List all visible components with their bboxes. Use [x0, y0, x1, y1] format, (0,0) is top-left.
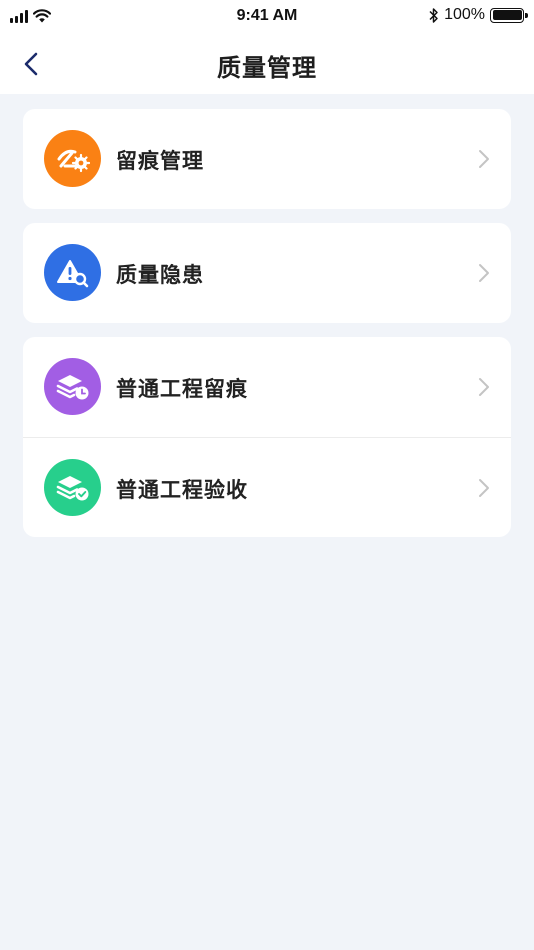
status-right: 100% — [429, 6, 528, 24]
menu-item-label: 留痕管理 — [116, 149, 204, 173]
chevron-right-icon — [479, 150, 489, 168]
warning-search-icon — [44, 244, 101, 301]
menu-item-label: 普通工程验收 — [116, 478, 248, 502]
layers-check-icon — [44, 459, 101, 516]
page-title: 质量管理 — [217, 54, 317, 82]
trace-settings-icon — [44, 130, 101, 187]
chevron-right-icon — [479, 264, 489, 282]
menu-item-general-project-acceptance[interactable]: 普通工程验收 — [23, 437, 511, 537]
menu-item-label: 普通工程留痕 — [116, 377, 248, 401]
menu-item-general-project-trace[interactable]: 普通工程留痕 — [23, 337, 511, 437]
battery-percent: 100% — [444, 6, 485, 23]
menu-card: 普通工程留痕 普通工程验收 — [23, 337, 511, 537]
menu-item-quality-hazards[interactable]: 质量隐患 — [23, 223, 511, 323]
menu-card: 质量隐患 — [23, 223, 511, 323]
menu-card: 留痕管理 — [23, 109, 511, 209]
chevron-right-icon — [479, 378, 489, 396]
layers-clock-icon — [44, 358, 101, 415]
nav-bar: 质量管理 — [0, 34, 534, 94]
battery-icon — [490, 7, 528, 23]
menu-item-trace-management[interactable]: 留痕管理 — [23, 109, 511, 209]
chevron-right-icon — [479, 479, 489, 497]
bluetooth-icon — [429, 7, 438, 23]
menu-item-label: 质量隐患 — [116, 263, 204, 287]
status-bar: 9:41 AM 100% — [0, 0, 534, 34]
